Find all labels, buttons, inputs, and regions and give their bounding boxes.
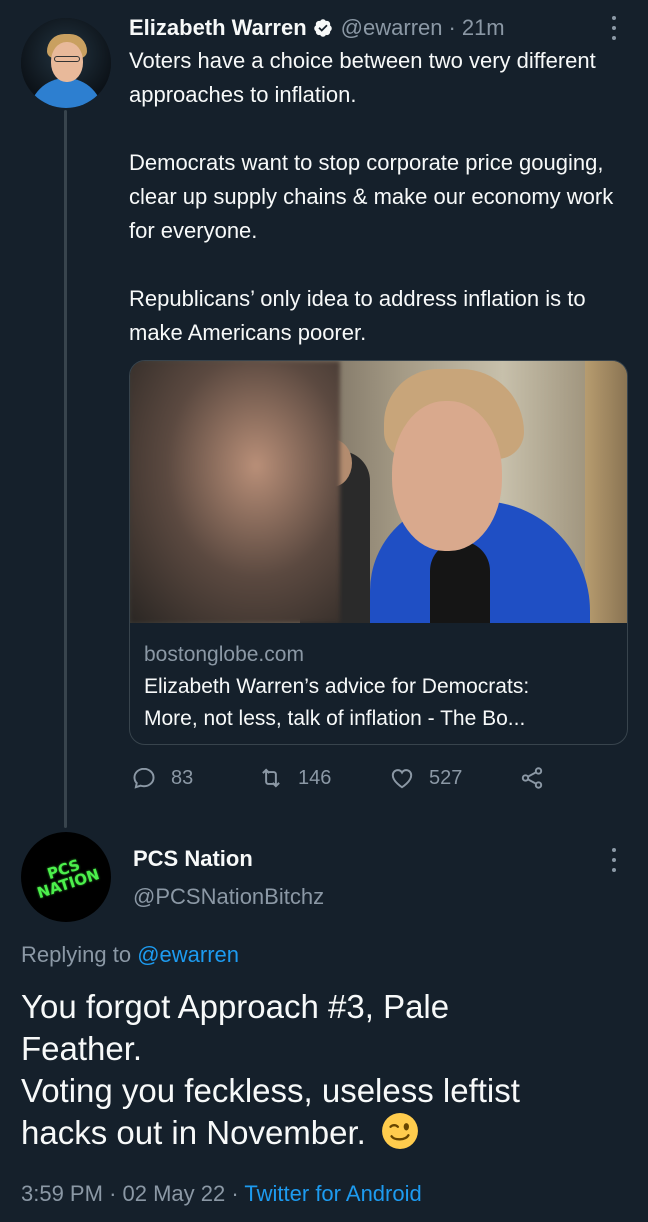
- retweet-icon: [262, 768, 280, 788]
- reply-text-line: Feather.: [21, 1030, 143, 1067]
- link-preview-image[interactable]: [130, 361, 627, 623]
- meta-separator: ·: [231, 1181, 239, 1206]
- meta-separator: ·: [109, 1181, 117, 1206]
- tweet-text: Voters have a choice between two very di…: [129, 44, 629, 350]
- reply-text-line: Voting you feckless, useless leftist: [21, 1072, 520, 1109]
- reply-count: 83: [171, 766, 194, 789]
- tweet-actions: 83 146 527: [131, 760, 561, 796]
- tweet-time-ago[interactable]: 21m: [462, 15, 505, 41]
- share-button[interactable]: [519, 760, 559, 796]
- replying-mention-link[interactable]: @ewarren: [137, 942, 239, 967]
- tweet-date[interactable]: 02 May 22: [123, 1181, 226, 1206]
- reply-text-line: hacks out in November.: [21, 1114, 366, 1151]
- replying-to: Replying to @ewarren: [21, 942, 239, 968]
- avatar-pcs-nation[interactable]: PCS NATION: [21, 832, 111, 922]
- replying-prefix: Replying to: [21, 942, 132, 967]
- more-options-icon[interactable]: [610, 848, 618, 872]
- tweet-paragraph: Democrats want to stop corporate price g…: [129, 150, 614, 243]
- thread-connector-line: [64, 110, 67, 828]
- avatar-logo: PCS NATION: [31, 853, 102, 902]
- reply-author-name[interactable]: PCS Nation: [133, 846, 253, 872]
- like-count: 527: [429, 766, 463, 789]
- more-options-icon[interactable]: [610, 16, 618, 40]
- verified-badge-icon: [313, 19, 332, 37]
- avatar-elizabeth-warren[interactable]: [21, 18, 111, 108]
- reply-text-line: You forgot Approach #3, Pale: [21, 988, 450, 1025]
- share-icon: [521, 767, 543, 789]
- reply-text: You forgot Approach #3, Pale Feather. Vo…: [21, 986, 621, 1154]
- reply-author-handle[interactable]: @PCSNationBitchz: [133, 884, 324, 910]
- header-separator: ·: [448, 15, 456, 40]
- retweet-count: 146: [298, 766, 332, 789]
- tweet-meta: 3:59 PM · 02 May 22 · Twitter for Androi…: [21, 1181, 422, 1207]
- wink-emoji-icon: [382, 1113, 418, 1149]
- like-button[interactable]: 527: [389, 760, 462, 796]
- author-name[interactable]: Elizabeth Warren: [129, 15, 307, 41]
- retweet-button[interactable]: 146: [258, 760, 331, 796]
- tweet-source-link[interactable]: Twitter for Android: [244, 1181, 421, 1206]
- link-preview-card[interactable]: bostonglobe.com Elizabeth Warren’s advic…: [129, 360, 628, 745]
- reply-button[interactable]: 83: [131, 760, 193, 796]
- author-handle[interactable]: @ewarren: [341, 15, 443, 41]
- link-domain: bostonglobe.com: [144, 643, 304, 666]
- tweet-paragraph: Republicans’ only idea to address inflat…: [129, 286, 586, 345]
- tweet-paragraph: Voters have a choice between two very di…: [129, 48, 596, 107]
- link-title-line: Elizabeth Warren’s advice for Democrats:: [144, 675, 530, 698]
- reply-icon: [133, 767, 155, 789]
- like-icon: [391, 769, 413, 789]
- tweet-header: Elizabeth Warren @ewarren · 21m: [129, 12, 505, 44]
- link-title-line: More, not less, talk of inflation - The …: [144, 707, 526, 730]
- tweet-time[interactable]: 3:59 PM: [21, 1181, 103, 1206]
